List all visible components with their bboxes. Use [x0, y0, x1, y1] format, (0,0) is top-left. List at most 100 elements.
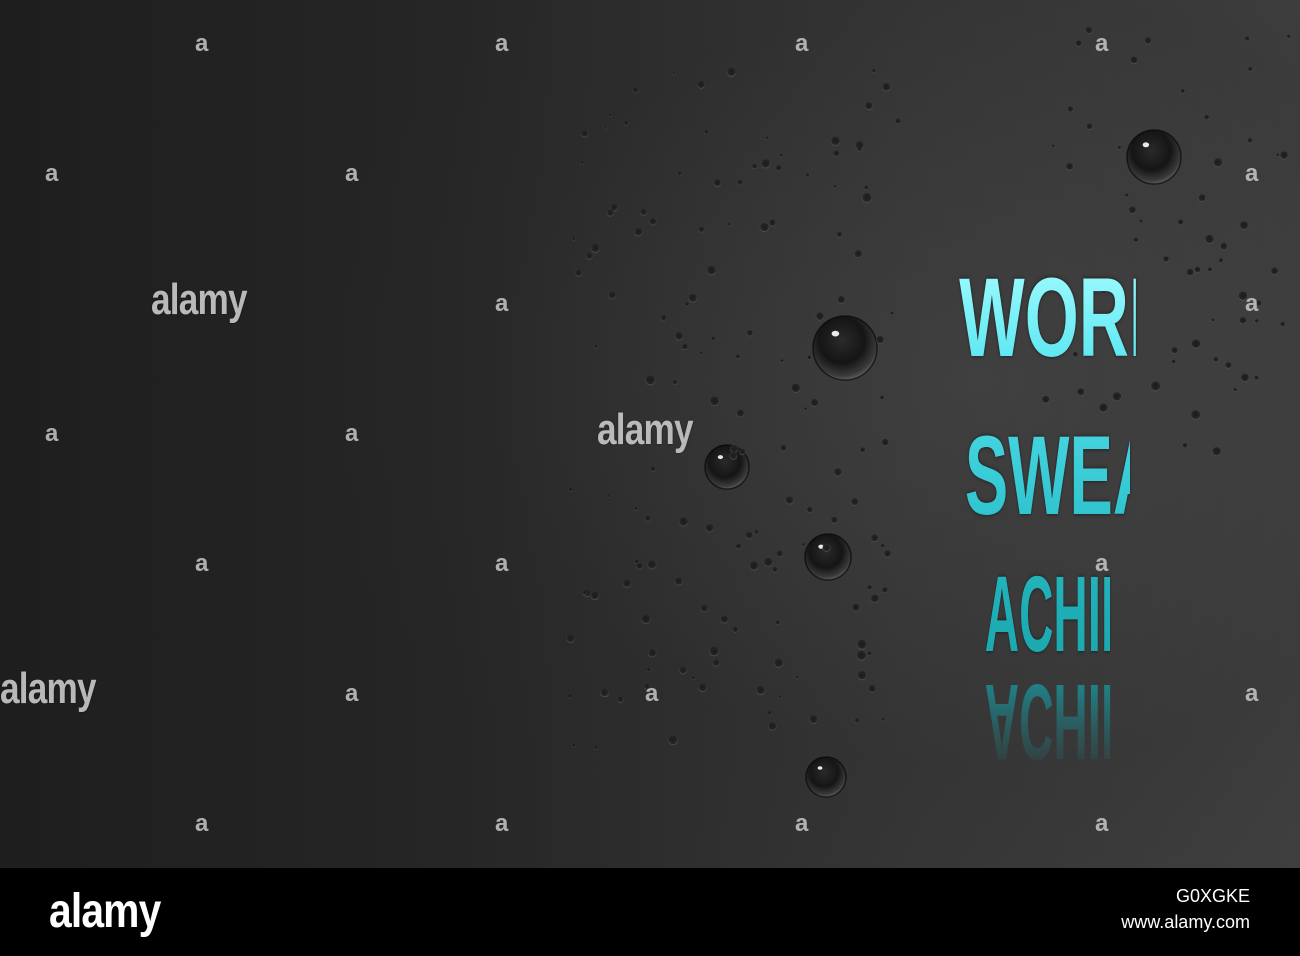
water-droplet [1280, 151, 1289, 160]
water-droplet [867, 651, 872, 656]
water-droplet [810, 398, 819, 407]
water-droplet [1150, 381, 1161, 392]
water-droplet [585, 252, 593, 260]
water-droplet [1213, 158, 1223, 168]
watermark-mark: a [195, 550, 209, 577]
water-droplet [660, 314, 667, 321]
water-droplet [593, 745, 598, 750]
water-droplet [700, 604, 708, 613]
water-droplet [732, 626, 739, 633]
water-droplet [795, 675, 799, 679]
water-droplet [1067, 106, 1074, 113]
water-droplet [645, 375, 656, 386]
water-droplet [606, 209, 614, 217]
motto-line-sweat: SWEAT [964, 413, 1195, 538]
water-droplet [833, 184, 837, 189]
water-droplet [709, 396, 720, 407]
water-droplet [791, 383, 801, 393]
water-drop-highlight [717, 455, 724, 460]
water-droplet [1177, 219, 1184, 226]
water-droplet [785, 496, 794, 505]
water-droplet [649, 218, 657, 226]
water-droplet [761, 159, 771, 169]
water-droplet [836, 231, 843, 238]
motto-line-achieve: ACHIEVE [984, 553, 1197, 674]
water-droplet [641, 614, 651, 625]
water-droplet [736, 409, 745, 418]
water-droplet [868, 684, 876, 693]
water-droplet [644, 515, 651, 522]
water-droplet [1233, 388, 1237, 392]
water-droplet [691, 676, 696, 680]
water-droplet [857, 671, 867, 681]
water-droplet [860, 447, 866, 453]
watermark-mark: a [1245, 160, 1259, 187]
water-droplet [705, 524, 714, 533]
water-droplet [1286, 34, 1291, 39]
water-droplet [646, 667, 651, 673]
water-droplet [851, 498, 859, 506]
water-droplet [1198, 194, 1206, 202]
water-droplet [1117, 145, 1122, 150]
site-url: www.alamy.com [1121, 912, 1250, 932]
footer-bar [0, 868, 1300, 956]
water-droplet [890, 311, 894, 316]
water-droplet [871, 68, 876, 73]
water-droplet [1076, 388, 1085, 396]
water-droplet [729, 451, 738, 460]
watermark-mark: a [1245, 680, 1259, 707]
water-droplet [864, 102, 873, 110]
water-droplet [571, 743, 576, 748]
water-droplet [711, 336, 716, 341]
watermark-mark: a [795, 30, 809, 57]
watermark-mark: a [795, 810, 809, 837]
water-droplet [854, 718, 860, 723]
water-droplet [1218, 258, 1224, 263]
watermark-text: alamy [0, 664, 97, 713]
water-droplet [684, 302, 690, 307]
watermark-mark: a [345, 680, 359, 707]
water-droplet [833, 468, 843, 477]
water-droplet [608, 113, 612, 117]
water-droplet [1212, 447, 1222, 457]
water-droplet [608, 291, 617, 300]
water-droplet [881, 587, 888, 594]
water-droplet [805, 173, 810, 178]
water-droplet [759, 222, 770, 232]
water-droplet [856, 639, 867, 650]
water-droplet [697, 80, 705, 89]
water-droplet [640, 208, 647, 216]
watermark-mark: a [45, 420, 59, 447]
watermark-mark: a [45, 160, 59, 187]
water-droplet [822, 543, 831, 552]
water-droplet [1225, 362, 1232, 369]
water-droplet [590, 591, 600, 600]
water-droplet [1041, 395, 1050, 404]
water-droplet [1211, 318, 1215, 322]
water-droplet [1128, 206, 1137, 214]
water-droplet [1244, 36, 1250, 41]
water-droplet [862, 193, 872, 203]
watermark-mark: a [345, 420, 359, 447]
water-droplet [1085, 26, 1093, 34]
water-droplet [752, 163, 758, 169]
water-droplet [1065, 163, 1074, 171]
watermark-mark: a [495, 290, 509, 317]
water-droplet [1086, 123, 1093, 130]
water-droplet [881, 438, 889, 447]
water-droplet [774, 658, 784, 668]
water-droplet [632, 87, 639, 94]
water-droplet [830, 516, 838, 524]
water-droplet [854, 250, 863, 258]
water-droplet [699, 351, 703, 355]
water-droplet [1051, 144, 1055, 148]
water-drop [804, 533, 852, 581]
water-droplet [1194, 266, 1201, 273]
water-droplet [837, 295, 846, 304]
watermark-mark: a [495, 30, 509, 57]
water-droplet [749, 561, 759, 571]
water-drop [805, 756, 847, 798]
water-droplet [780, 359, 784, 363]
water-droplet [745, 531, 753, 540]
water-droplet [833, 150, 840, 157]
